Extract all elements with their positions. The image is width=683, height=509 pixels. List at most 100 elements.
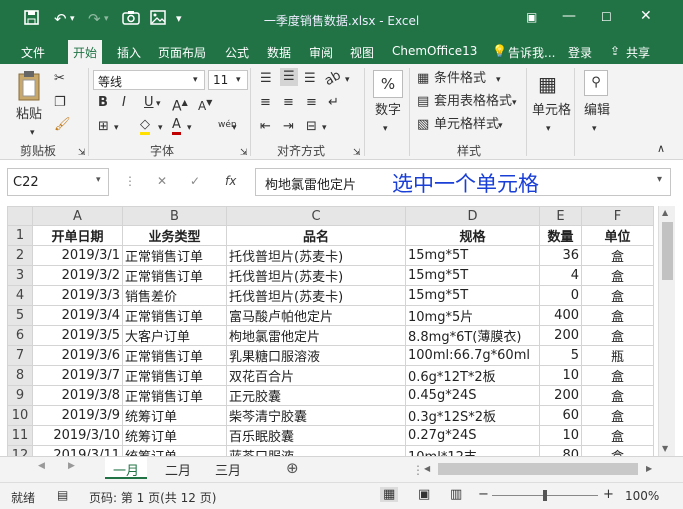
font-size-dropdown-icon[interactable]: ▾ xyxy=(236,71,241,89)
cell[interactable]: 盒 xyxy=(581,385,654,406)
row-header[interactable]: 1 xyxy=(7,225,33,246)
font-size-select[interactable]: 11 xyxy=(208,70,248,90)
zoom-out-button[interactable]: − xyxy=(478,487,489,502)
cell[interactable]: 36 xyxy=(539,245,582,266)
tab-home[interactable]: 开始 xyxy=(68,40,103,64)
column-header-a[interactable]: A xyxy=(32,206,123,226)
cell[interactable]: 10mg*5片 xyxy=(405,305,540,326)
row-header[interactable]: 10 xyxy=(7,405,33,426)
format-painter-icon[interactable]: 🖌 xyxy=(54,116,71,134)
phonetic-dropdown-icon[interactable]: ▾ xyxy=(232,119,237,137)
editing-dropdown-icon[interactable]: ▾ xyxy=(592,120,597,138)
cell[interactable]: 正常销售订单 xyxy=(122,365,227,386)
tab-file[interactable]: 文件 xyxy=(21,44,45,61)
cells-button[interactable]: 单元格 xyxy=(532,102,571,120)
cell[interactable]: 开单日期 xyxy=(32,225,123,246)
align-left-icon[interactable]: ≡ xyxy=(260,94,271,112)
cell[interactable]: 数量 xyxy=(539,225,582,246)
vertical-scrollbar[interactable]: ▲ ▼ xyxy=(658,206,675,456)
insert-function-button[interactable]: fx xyxy=(225,174,236,188)
cell[interactable]: 正常销售订单 xyxy=(122,245,227,266)
format-as-table-dropdown-icon[interactable]: ▾ xyxy=(512,94,517,112)
conditional-format-icon[interactable]: ▦ xyxy=(417,70,429,88)
cell[interactable]: 盒 xyxy=(581,425,654,446)
conditional-format-dropdown-icon[interactable]: ▾ xyxy=(496,71,501,89)
hscroll-left-icon[interactable]: ◀ xyxy=(424,464,430,473)
cell[interactable]: 销售差价 xyxy=(122,285,227,306)
tab-formulas[interactable]: 公式 xyxy=(225,44,249,61)
cell-styles-dropdown-icon[interactable]: ▾ xyxy=(498,117,503,135)
tab-insert[interactable]: 插入 xyxy=(117,44,141,61)
sheet-tab-march[interactable]: 三月 xyxy=(207,457,249,479)
next-sheet-icon[interactable]: ▶ xyxy=(68,461,75,471)
cell[interactable]: 5 xyxy=(539,345,582,366)
ribbon-display-icon[interactable]: ▣ xyxy=(526,10,537,24)
orientation-dropdown-icon[interactable]: ▾ xyxy=(345,71,350,89)
sign-in-link[interactable]: 登录 xyxy=(568,44,592,61)
cut-icon[interactable]: ✂ xyxy=(54,70,65,88)
row-header[interactable]: 6 xyxy=(7,325,33,346)
cell[interactable]: 盒 xyxy=(581,305,654,326)
column-header-f[interactable]: F xyxy=(581,206,654,226)
cell-styles-icon[interactable]: ▧ xyxy=(417,116,429,134)
name-box[interactable]: C22 xyxy=(7,168,109,196)
row-header[interactable]: 2 xyxy=(7,245,33,266)
cell[interactable]: 2019/3/3 xyxy=(32,285,123,306)
spreadsheet-grid[interactable]: A B C D E F 1 开单日期 业务类型 品名 规格 数量 单位 2 2019/3/1 正常… xyxy=(7,206,654,466)
merge-center-icon[interactable]: ⊟ xyxy=(306,118,317,136)
fill-color-icon[interactable]: ◇ xyxy=(140,118,150,135)
cell[interactable]: 0.6g*12T*2板 xyxy=(405,365,540,386)
collapse-ribbon-icon[interactable]: ∧ xyxy=(657,140,665,158)
cell[interactable]: 盒 xyxy=(581,405,654,426)
format-as-table-icon[interactable]: ▤ xyxy=(417,93,429,111)
cell[interactable]: 单位 xyxy=(581,225,654,246)
fill-color-dropdown-icon[interactable]: ▾ xyxy=(158,119,163,137)
cell[interactable]: 2019/3/5 xyxy=(32,325,123,346)
row-header[interactable]: 9 xyxy=(7,385,33,406)
font-grow-icon[interactable]: A▲ xyxy=(172,94,188,116)
cell[interactable]: 托伐普坦片(苏麦卡) xyxy=(226,265,406,286)
add-sheet-button[interactable]: ⊕ xyxy=(286,459,299,477)
cell[interactable]: 8.8mg*6T(薄膜衣) xyxy=(405,325,540,346)
cell[interactable]: 200 xyxy=(539,385,582,406)
cell[interactable]: 大客户订单 xyxy=(122,325,227,346)
cell[interactable]: 15mg*5T xyxy=(405,265,540,286)
font-color-button[interactable]: A xyxy=(172,118,181,135)
cells-dropdown-icon[interactable]: ▾ xyxy=(546,120,551,138)
enter-button[interactable]: ✓ xyxy=(190,174,200,188)
copy-icon[interactable]: ❐ xyxy=(54,94,66,112)
maximize-icon[interactable]: ☐ xyxy=(601,10,612,24)
name-box-dropdown-icon[interactable]: ▾ xyxy=(96,175,101,185)
row-header[interactable]: 7 xyxy=(7,345,33,366)
cell[interactable]: 托伐普坦片(苏麦卡) xyxy=(226,285,406,306)
font-shrink-icon[interactable]: A▼ xyxy=(198,94,212,115)
tell-me-search[interactable]: 告诉我... xyxy=(508,44,555,61)
align-middle-icon[interactable]: ☰ xyxy=(280,68,298,86)
border-dropdown-icon[interactable]: ▾ xyxy=(114,119,119,137)
sheet-tab-january[interactable]: 一月 xyxy=(105,457,148,479)
paste-icon[interactable] xyxy=(16,70,42,108)
cell[interactable]: 枸地氯雷他定片 xyxy=(226,325,406,346)
row-header[interactable]: 4 xyxy=(7,285,33,306)
number-dropdown-icon[interactable]: ▾ xyxy=(383,120,388,138)
row-header[interactable]: 3 xyxy=(7,265,33,286)
cell[interactable]: 4 xyxy=(539,265,582,286)
cell[interactable]: 100ml:66.7g*60ml xyxy=(405,345,540,366)
cell[interactable]: 业务类型 xyxy=(122,225,227,246)
zoom-level[interactable]: 100% xyxy=(625,489,659,503)
cell[interactable]: 0.3g*12S*2板 xyxy=(405,405,540,426)
align-center-icon[interactable]: ≡ xyxy=(283,94,294,112)
tab-chemoffice[interactable]: ChemOffice13 xyxy=(392,44,477,58)
tab-page-layout[interactable]: 页面布局 xyxy=(158,44,206,61)
sheet-divider-grip-icon[interactable]: ⋮ xyxy=(412,463,424,477)
column-header-c[interactable]: C xyxy=(226,206,406,226)
page-break-view-icon[interactable]: ▥ xyxy=(450,487,462,502)
cell[interactable]: 60 xyxy=(539,405,582,426)
scroll-up-icon[interactable]: ▲ xyxy=(662,208,668,217)
scroll-down-icon[interactable]: ▼ xyxy=(662,444,668,453)
zoom-in-button[interactable]: + xyxy=(603,487,614,502)
format-as-table-button[interactable]: 套用表格格式 xyxy=(434,93,512,111)
row-header[interactable]: 8 xyxy=(7,365,33,386)
align-top-icon[interactable]: ☰ xyxy=(260,70,272,88)
increase-indent-icon[interactable]: ⇥ xyxy=(283,118,294,136)
